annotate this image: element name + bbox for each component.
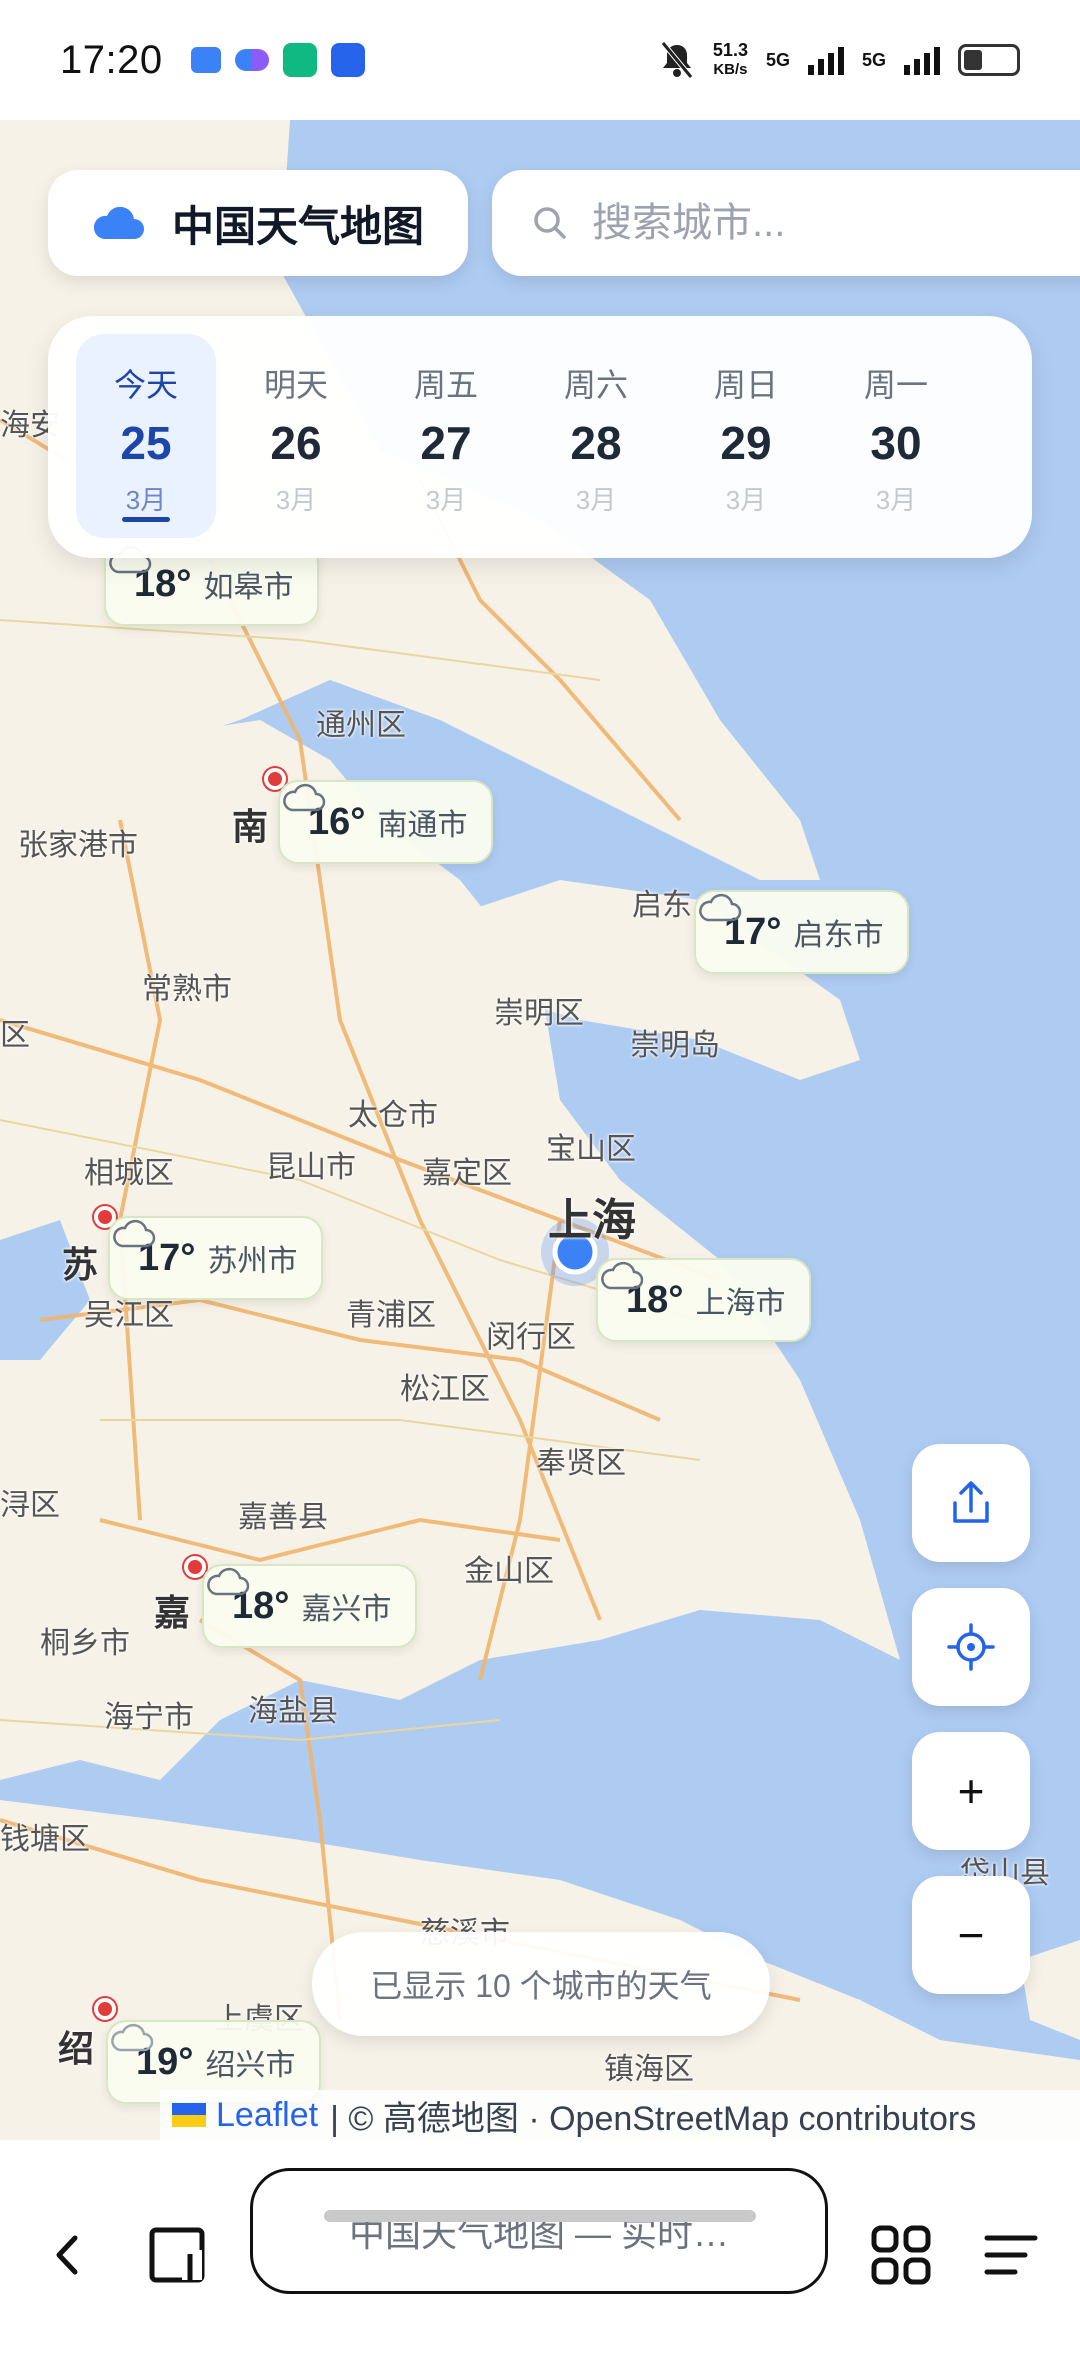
date-tab-30[interactable]: 周一 30 3月 — [826, 334, 966, 538]
weather-chip-suzhou[interactable]: 17° 苏州市 — [108, 1216, 324, 1300]
notification-icons — [190, 43, 365, 77]
map-label-shanghai: 上海 — [548, 1196, 636, 1245]
signal-icon — [807, 45, 844, 75]
map-label-jiashan: 嘉善县 — [238, 1501, 328, 1534]
plus-icon: + — [957, 1765, 985, 1817]
blue-app-icon — [330, 43, 365, 77]
dots-app-icon — [234, 49, 269, 71]
map-label-kunshan: 昆山市 — [266, 1151, 356, 1184]
share-button[interactable] — [912, 1444, 1030, 1562]
cloud-icon — [207, 1567, 250, 1596]
menu-icon — [984, 2235, 1038, 2275]
zoom-in-button[interactable]: + — [912, 1732, 1030, 1850]
date-tab-29[interactable]: 周日 29 3月 — [676, 334, 816, 538]
map-label-xunqu: 浔区 — [0, 1489, 60, 1522]
map-label-jia: 嘉 — [154, 1592, 191, 1633]
city-dot-jiaxing[interactable] — [184, 1556, 206, 1578]
map-label-songjiang: 松江区 — [400, 1373, 490, 1406]
tabs-button[interactable] — [142, 2220, 212, 2290]
weather-chip-nantong[interactable]: 16° 南通市 — [278, 780, 494, 864]
map-label-haining: 海宁市 — [104, 1701, 194, 1734]
crosshair-icon — [947, 1623, 995, 1671]
search-bar[interactable] — [492, 170, 1080, 276]
map-label-haiyan: 海盐县 — [248, 1695, 338, 1728]
home-indicator[interactable] — [324, 2210, 756, 2222]
weather-chip-shanghai[interactable]: 18° 上海市 — [596, 1258, 812, 1342]
app-title: 中国天气地图 — [172, 202, 425, 250]
map-label-tongzhou: 通州区 — [316, 709, 406, 742]
map-label-chongming: 崇明区 — [494, 997, 584, 1030]
map-label-jiading: 嘉定区 — [422, 1157, 512, 1190]
map-label-qiantang: 钱塘区 — [0, 1823, 90, 1856]
battery-icon — [958, 44, 1020, 76]
cloud-icon — [113, 1219, 156, 1248]
date-tab-25[interactable]: 今天 25 3月 — [76, 334, 216, 538]
attribution-text: | © 高德地图 · OpenStreetMap contributors — [330, 2099, 977, 2138]
date-tab-27[interactable]: 周五 27 3月 — [376, 334, 516, 538]
map-label-xiangcheng: 相城区 — [84, 1157, 174, 1190]
date-tab-28[interactable]: 周六 28 3月 — [526, 334, 666, 538]
map-label-qu: 区 — [0, 1019, 30, 1052]
status-time: 17:20 — [60, 37, 163, 82]
map-label-qidong: 启东 — [632, 889, 692, 922]
status-bar: 17:20 51.3 KB/s 5G 5G — [0, 0, 1080, 120]
map-label-taicang: 太仓市 — [348, 1099, 438, 1132]
cities-shown-toast: 已显示 10 个城市的天气 — [312, 1932, 770, 2036]
cloud-icon — [699, 893, 742, 922]
active-tab-indicator — [122, 517, 170, 522]
cloud-icon — [93, 206, 144, 239]
zoom-out-button[interactable]: − — [912, 1876, 1030, 1994]
network-type-1: 5G — [765, 49, 790, 70]
map-label-shao: 绍 — [58, 2028, 95, 2069]
map-label-changshu: 常熟市 — [142, 973, 232, 1006]
bell-off-icon — [660, 41, 693, 79]
back-button[interactable] — [32, 2220, 102, 2290]
cloud-icon — [283, 783, 326, 812]
map-label-qingpu: 青浦区 — [346, 1299, 436, 1332]
map-attribution: Leaflet | © 高德地图 · OpenStreetMap contrib… — [160, 2090, 1080, 2140]
city-dot-shaoxing[interactable] — [94, 1998, 116, 2020]
date-tab-26[interactable]: 明天 26 3月 — [226, 334, 366, 538]
map-label-chongming-island: 崇明岛 — [630, 1029, 720, 1062]
weather-chip-jiaxing[interactable]: 18° 嘉兴市 — [202, 1564, 418, 1648]
chevron-left-icon — [56, 2235, 78, 2275]
network-speed: 51.3 KB/s — [712, 40, 748, 78]
map-label-zhenhai: 镇海区 — [604, 2053, 694, 2086]
leaflet-link[interactable]: Leaflet — [216, 2096, 318, 2135]
tabs-icon — [149, 2227, 205, 2283]
map-label-tongxiang: 桐乡市 — [40, 1627, 130, 1660]
search-input[interactable] — [592, 200, 1052, 246]
grid-icon — [871, 2225, 931, 2285]
locate-button[interactable] — [912, 1588, 1030, 1706]
address-bar[interactable]: 中国天气地图 — 实时… — [250, 2168, 828, 2294]
map-label-zhangjiagang: 张家港市 — [18, 829, 138, 862]
map-label-minhang: 闵行区 — [486, 1321, 576, 1354]
map-label-su: 苏 — [62, 1244, 99, 1285]
apps-button[interactable] — [866, 2220, 936, 2290]
app-title-pill[interactable]: 中国天气地图 — [48, 170, 468, 276]
browser-toolbar: 中国天气地图 — 实时… — [0, 2140, 1080, 2376]
chat-app-icon — [190, 47, 221, 73]
status-right: 51.3 KB/s 5G 5G — [659, 40, 1020, 80]
map-label-nan: 南 — [232, 806, 269, 847]
network-type-2: 5G — [861, 49, 886, 70]
search-icon — [534, 207, 566, 239]
map-label-fengxian: 奉贤区 — [536, 1447, 626, 1480]
menu-button[interactable] — [976, 2220, 1046, 2290]
date-selector: 今天 25 3月 明天 26 3月 周五 27 3月 周六 28 3月 周日 2… — [48, 316, 1032, 558]
signal-icon-2 — [904, 45, 940, 75]
share-icon — [953, 1481, 989, 1523]
minus-icon: − — [957, 1909, 985, 1961]
map-label-baoshan: 宝山区 — [546, 1133, 636, 1166]
ukraine-flag-icon — [172, 2103, 206, 2127]
green-app-icon — [282, 43, 317, 77]
map-label-jinshan: 金山区 — [464, 1555, 554, 1588]
weather-chip-qidong[interactable]: 17° 启东市 — [694, 890, 910, 974]
cloud-icon — [601, 1261, 644, 1290]
cloud-icon — [111, 2023, 154, 2052]
